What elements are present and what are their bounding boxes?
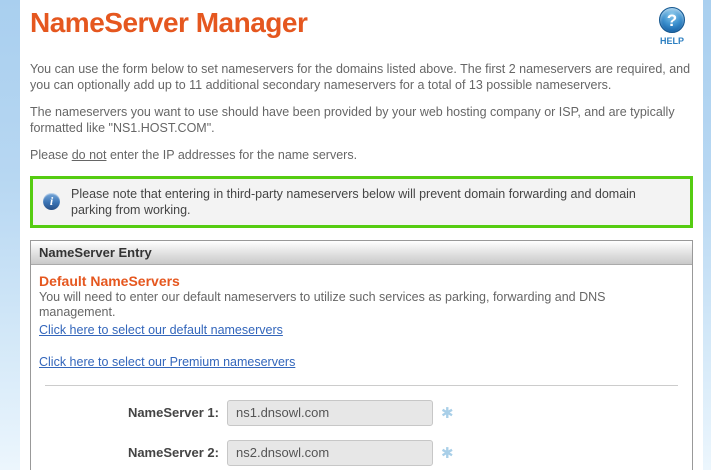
page-header: NameServer Manager ? HELP <box>30 6 693 46</box>
help-block: ? HELP <box>651 6 693 46</box>
help-label: HELP <box>651 36 693 46</box>
nameserver-manager-page: NameServer Manager ? HELP You can use th… <box>0 0 711 470</box>
info-icon: i <box>43 193 60 210</box>
intro-paragraph-1: You can use the form below to set namese… <box>30 62 693 93</box>
premium-nameservers-link[interactable]: Click here to select our Premium nameser… <box>39 355 295 369</box>
nameserver-entry-section: NameServer Entry Default NameServers You… <box>30 240 693 470</box>
nameserver-row-2: NameServer 2: ✱ <box>39 440 684 466</box>
notice-text: Please note that entering in third-party… <box>71 186 680 218</box>
default-nameservers-link[interactable]: Click here to select our default nameser… <box>39 323 283 337</box>
main-content: NameServer Manager ? HELP You can use th… <box>22 0 701 470</box>
intro-paragraph-2: The nameservers you want to use should h… <box>30 105 693 136</box>
required-asterisk-1: ✱ <box>441 404 453 422</box>
page-title: NameServer Manager <box>30 6 307 40</box>
third-party-notice-box: i Please note that entering in third-par… <box>30 176 693 228</box>
required-asterisk-2: ✱ <box>441 444 453 462</box>
default-nameservers-description: You will need to enter our default names… <box>39 290 684 320</box>
ip-warning-text: Please do not enter the IP addresses for… <box>30 148 693 164</box>
default-nameservers-heading: Default NameServers <box>39 273 684 289</box>
nameserver-1-input[interactable] <box>227 400 433 426</box>
ip-warning-suffix: enter the IP addresses for the name serv… <box>106 148 357 162</box>
right-background-strip <box>703 0 711 470</box>
entry-section-header: NameServer Entry <box>31 241 692 265</box>
nameserver-1-label: NameServer 1: <box>39 405 219 420</box>
ip-warning-prefix: Please <box>30 148 72 162</box>
ip-warning-underlined: do not <box>72 148 107 162</box>
nameserver-2-label: NameServer 2: <box>39 445 219 460</box>
nameserver-row-1: NameServer 1: ✱ <box>39 400 684 426</box>
left-background-strip <box>0 0 20 470</box>
entry-section-body: Default NameServers You will need to ent… <box>31 265 692 470</box>
nameserver-2-input[interactable] <box>227 440 433 466</box>
help-icon[interactable]: ? <box>659 7 685 33</box>
form-divider <box>45 385 678 386</box>
